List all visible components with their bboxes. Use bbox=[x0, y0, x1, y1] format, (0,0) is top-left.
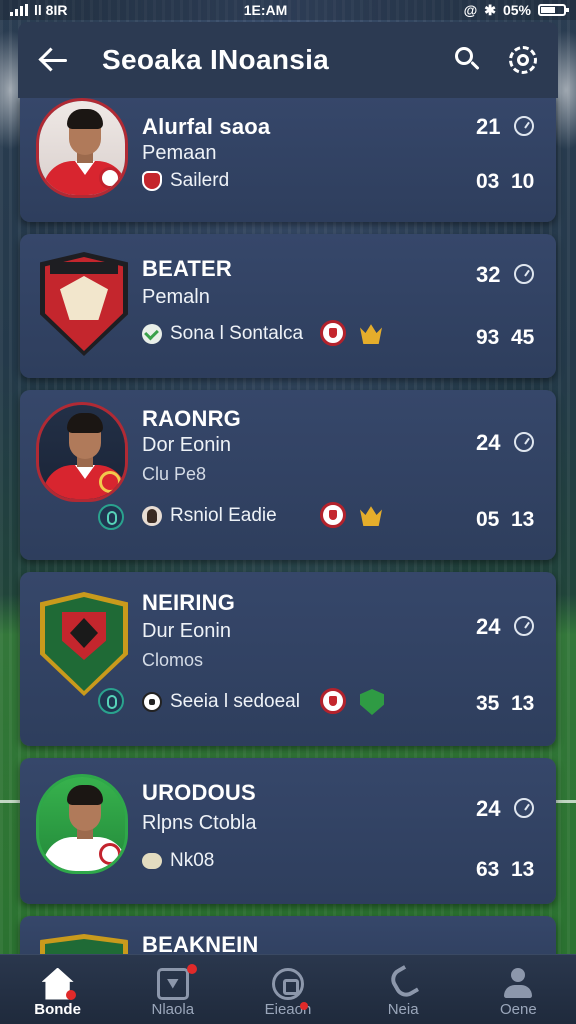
stat-bottom-b: 13 bbox=[511, 692, 535, 715]
meta-label: Nk08 bbox=[170, 850, 215, 871]
search-icon[interactable] bbox=[452, 45, 482, 75]
ball-icon bbox=[271, 967, 304, 1000]
meta-label: Seeia l sedoeal bbox=[170, 691, 300, 712]
club-logo-icon bbox=[320, 688, 346, 714]
club-name: BEATER bbox=[142, 256, 233, 281]
player-role: Pemaan bbox=[142, 142, 217, 164]
nav-matches[interactable]: Eieaon bbox=[238, 958, 338, 1022]
player-name: RAONRG bbox=[142, 406, 241, 431]
position-badge-icon bbox=[98, 504, 124, 530]
stat-bottom-b: 13 bbox=[511, 508, 535, 531]
player-meta: Sailerd bbox=[142, 170, 229, 192]
bottom-nav: Bonde Nlaola Eieaon Neia Oene bbox=[0, 954, 576, 1024]
notification-dot bbox=[299, 1001, 308, 1010]
club-meta: Seeia l sedoeal bbox=[142, 691, 300, 713]
nav-label: Neia bbox=[387, 1000, 419, 1018]
position-badge-icon bbox=[98, 688, 124, 714]
page-title: Seoaka INoansia bbox=[102, 44, 330, 75]
player-club: Clu Pe8 bbox=[142, 464, 207, 484]
crown-icon bbox=[360, 506, 382, 526]
stat-bottom-a: 03 bbox=[476, 170, 500, 193]
player-meta: Nk08 bbox=[142, 850, 214, 872]
clock-icon bbox=[514, 798, 534, 818]
gear-icon[interactable] bbox=[508, 45, 538, 75]
leaf-crest-icon bbox=[360, 689, 384, 715]
club-role: Dur Eonin bbox=[142, 620, 231, 642]
player-avatar bbox=[36, 98, 128, 198]
status-time: 1E:AM bbox=[243, 2, 288, 18]
back-arrow-icon[interactable] bbox=[38, 44, 70, 76]
club-meta: Sona l Sontalca bbox=[142, 323, 303, 345]
club-role: Pemaln bbox=[142, 286, 210, 308]
signal-icon bbox=[10, 4, 28, 16]
notification-dot bbox=[65, 989, 76, 1000]
player-role: Dor Eonin bbox=[142, 434, 231, 456]
club-badge-icon bbox=[99, 843, 121, 865]
ball-icon bbox=[142, 692, 162, 712]
stat-bottom-b: 10 bbox=[511, 170, 535, 193]
nav-home[interactable]: Bonde bbox=[8, 958, 108, 1022]
nav-contact[interactable]: Neia bbox=[353, 958, 453, 1022]
club-card[interactable]: BEATER Pemaln Sona l Sontalca 32 93 45 bbox=[20, 234, 556, 378]
club-name: NEIRING bbox=[142, 590, 236, 615]
bluetooth-icon: ✱ bbox=[484, 1, 496, 18]
club-badge-icon bbox=[99, 167, 121, 189]
coach-icon bbox=[142, 506, 162, 526]
nav-label: Bonde bbox=[34, 1000, 81, 1018]
crown-icon bbox=[360, 324, 382, 344]
nav-profile[interactable]: Oene bbox=[468, 958, 568, 1022]
club-crest bbox=[40, 252, 128, 356]
clock-icon bbox=[514, 264, 534, 284]
stat-bottom-a: 35 bbox=[476, 692, 500, 715]
clock-icon bbox=[514, 432, 534, 452]
stat-bottom-b: 13 bbox=[511, 858, 535, 881]
player-card[interactable]: RAONRG Dor Eonin Clu Pe8 Rsniol Eadie 24… bbox=[20, 390, 556, 560]
battery-icon bbox=[537, 4, 569, 16]
location-icon: @ bbox=[463, 2, 478, 18]
club-logo-icon bbox=[320, 320, 346, 346]
stat-bottom-a: 93 bbox=[476, 326, 500, 349]
player-card[interactable]: URODOUS Rlpns Ctobla Nk08 24 63 13 bbox=[20, 758, 556, 904]
player-card[interactable]: Alurfal saoa Pemaan Sailerd 21 03 10 bbox=[20, 96, 556, 222]
player-name: URODOUS bbox=[142, 780, 256, 805]
check-icon bbox=[142, 324, 162, 344]
carrier-label: ll 8IR bbox=[34, 2, 68, 18]
club-card[interactable]: NEIRING Dur Eonin Clomos Seeia l sedoeal… bbox=[20, 572, 556, 746]
player-name: Alurfal saoa bbox=[142, 114, 271, 139]
meta-label: Sailerd bbox=[170, 170, 230, 191]
club-logo-icon bbox=[320, 502, 346, 528]
player-role: Rlpns Ctobla bbox=[142, 812, 257, 834]
nav-label: Nlaola bbox=[151, 1000, 195, 1018]
card-icon bbox=[156, 967, 189, 1000]
meta-label: Rsniol Eadie bbox=[170, 505, 277, 526]
badge-icon bbox=[142, 853, 162, 869]
club-extra: Clomos bbox=[142, 650, 204, 670]
nav-cards[interactable]: Nlaola bbox=[123, 958, 223, 1022]
stat-top: 32 bbox=[476, 262, 501, 287]
app-header: Seoaka INoansia bbox=[18, 22, 558, 98]
stat-bottom-a: 05 bbox=[476, 508, 500, 531]
clock-icon bbox=[514, 616, 534, 636]
shield-icon bbox=[142, 171, 162, 191]
stat-top: 24 bbox=[476, 614, 501, 639]
clock-icon bbox=[514, 116, 534, 136]
player-avatar bbox=[36, 402, 128, 502]
player-avatar bbox=[36, 774, 128, 874]
stat-top: 24 bbox=[476, 430, 501, 455]
notification-dot bbox=[186, 963, 197, 974]
status-bar: ll 8IR 1E:AM @ ✱ 05% bbox=[0, 0, 576, 20]
stat-top: 24 bbox=[476, 796, 501, 821]
player-meta: Rsniol Eadie bbox=[142, 505, 277, 527]
user-icon bbox=[502, 967, 534, 1000]
stat-bottom-b: 45 bbox=[511, 326, 535, 349]
stat-top: 21 bbox=[476, 114, 501, 139]
club-crest bbox=[40, 592, 128, 696]
stat-bottom-a: 63 bbox=[476, 858, 500, 881]
battery-percent: 05% bbox=[502, 2, 531, 18]
phone-icon bbox=[386, 964, 420, 1001]
meta-label: Sona l Sontalca bbox=[170, 323, 304, 344]
nav-label: Oene bbox=[499, 1000, 537, 1018]
club-badge-icon bbox=[99, 471, 121, 493]
